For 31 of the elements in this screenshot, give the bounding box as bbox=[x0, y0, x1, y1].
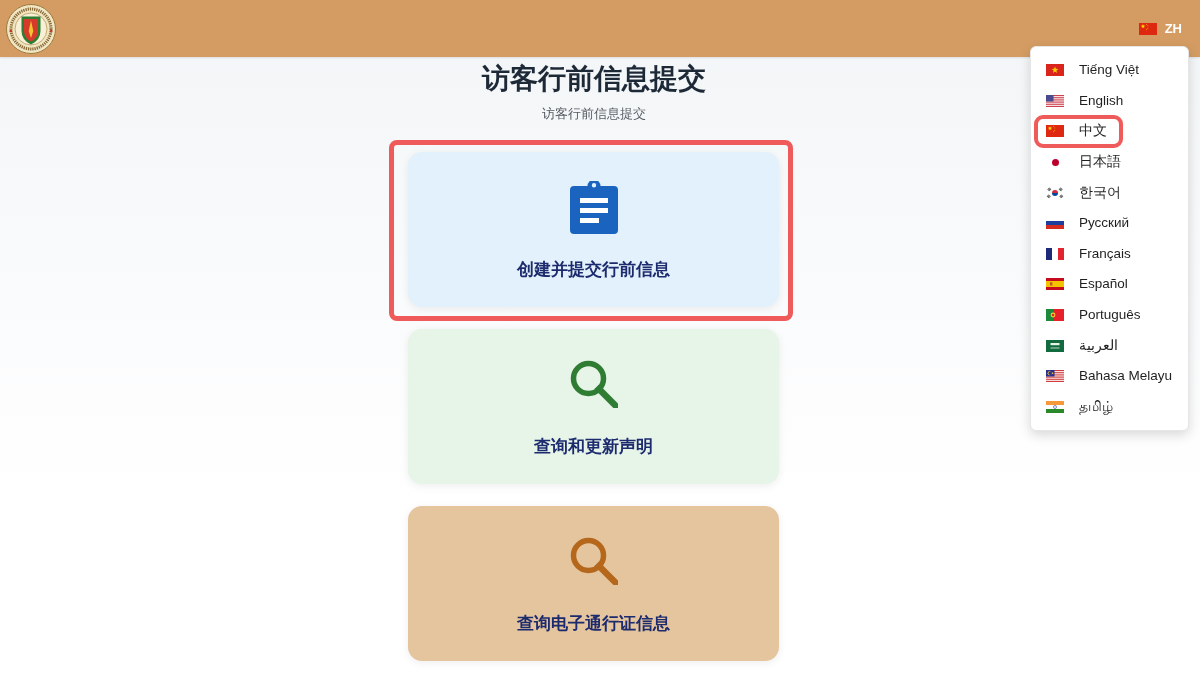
language-option[interactable]: Bahasa Melayu bbox=[1038, 363, 1185, 389]
korea-flag-icon bbox=[1046, 186, 1064, 199]
language-option[interactable]: English bbox=[1038, 88, 1136, 114]
malaysia-flag-icon bbox=[1046, 370, 1064, 383]
russia-flag-icon bbox=[1046, 221, 1064, 230]
india-flag-icon bbox=[1046, 400, 1064, 413]
language-option[interactable]: Русский bbox=[1038, 210, 1142, 236]
action-card[interactable]: 查询电子通行证信息 bbox=[408, 506, 779, 661]
language-option[interactable]: 한국어 bbox=[1038, 180, 1133, 206]
page-title: 访客行前信息提交 bbox=[481, 62, 706, 96]
portugal-flag-icon bbox=[1046, 309, 1064, 322]
language-option[interactable]: 日本語 bbox=[1038, 149, 1133, 175]
language-option[interactable]: Tiếng Việt bbox=[1038, 57, 1152, 83]
language-option[interactable]: Español bbox=[1038, 271, 1140, 297]
japan-flag-icon bbox=[1051, 158, 1059, 166]
page-subtitle: 访客行前信息提交 bbox=[541, 105, 646, 123]
language-option[interactable]: العربية bbox=[1038, 333, 1130, 359]
france-flag-icon bbox=[1046, 247, 1064, 260]
language-option[interactable]: தமிழ் bbox=[1038, 394, 1125, 420]
china-flag-icon bbox=[1138, 22, 1157, 35]
action-card[interactable]: 查询和更新声明 bbox=[408, 329, 779, 484]
vietnam-flag-icon bbox=[1046, 64, 1064, 77]
usa-flag-icon bbox=[1046, 94, 1064, 107]
china-flag-icon bbox=[1046, 125, 1064, 138]
language-option[interactable]: Français bbox=[1038, 241, 1143, 267]
language-option[interactable]: Português bbox=[1038, 302, 1153, 328]
emblem-icon bbox=[6, 3, 56, 54]
language-option[interactable]: 中文 bbox=[1038, 119, 1119, 144]
spain-flag-icon bbox=[1046, 278, 1064, 291]
saudi-flag-icon bbox=[1046, 339, 1064, 352]
action-card[interactable]: 创建并提交行前信息 bbox=[408, 152, 779, 307]
